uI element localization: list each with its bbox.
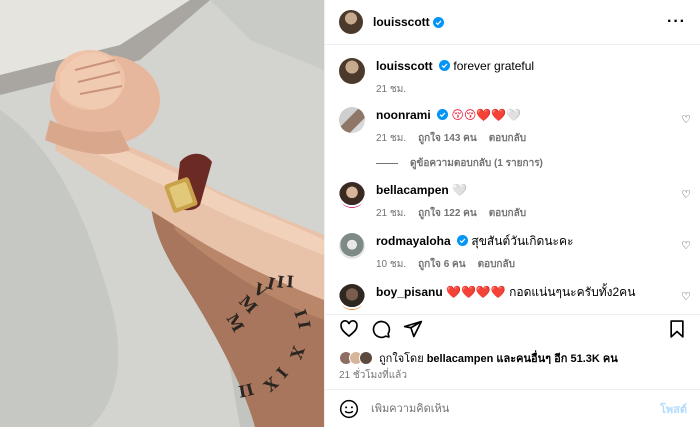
emoji-icon[interactable]: [339, 399, 359, 419]
author-avatar[interactable]: [339, 10, 363, 34]
post-timestamp[interactable]: 21 ชั่วโมงที่แล้ว: [339, 368, 407, 383]
comment-text: สุขสันต์วันเกิดนะคะ: [471, 234, 574, 248]
liked-by-user[interactable]: bellacampen: [427, 353, 494, 365]
comment-row: boy_pisanu ❤️❤️❤️❤️ กอดแน่นๆนะครับทั้ง2ค…: [325, 284, 700, 310]
share-paper-plane-icon[interactable]: [403, 319, 423, 339]
verified-badge-icon: [457, 235, 469, 246]
like-comment-icon[interactable]: ♡: [681, 113, 691, 126]
comment-likes[interactable]: ถูกใจ 122 คน: [418, 206, 477, 221]
post-comment-button[interactable]: โพสต์: [660, 400, 687, 418]
comment-username[interactable]: noonrami: [376, 108, 431, 122]
comment-row: bellacampen 🤍 21 ชม. ถูกใจ 122 คน ตอบกลั…: [325, 182, 700, 221]
comment-text: 😚😚❤️❤️🤍: [451, 108, 522, 122]
caption-time: 21 ชม.: [376, 84, 407, 95]
post-side-panel: louisscott ··· louisscott forever gratef…: [324, 0, 700, 427]
divider: [376, 163, 398, 164]
reply-button[interactable]: ตอบกลับ: [478, 257, 515, 272]
reply-button[interactable]: ตอบกลับ: [489, 131, 526, 146]
like-comment-icon[interactable]: ♡: [681, 188, 691, 201]
comment-likes[interactable]: ถูกใจ 6 คน: [418, 257, 466, 272]
post-photo[interactable]: M M V I I I I I X I X I I: [0, 0, 324, 427]
comment-row: noonrami 😚😚❤️❤️🤍 21 ชม. ถูกใจ 143 คน ตอบ…: [325, 107, 700, 146]
view-replies-label: ดูข้อความตอบกลับ (1 รายการ): [410, 158, 543, 169]
liked-by-prefix: ถูกใจโดย: [379, 353, 424, 365]
caption-row: louisscott forever grateful 21 ชม.: [325, 58, 700, 97]
verified-badge-icon: [432, 16, 444, 28]
comment-row: rodmayaloha สุขสันต์วันเกิดนะคะ 10 ชม. ถ…: [325, 233, 700, 272]
comments-list[interactable]: louisscott forever grateful 21 ชม. noonr…: [325, 45, 700, 315]
liker-avatar: [359, 351, 373, 365]
instagram-post: M M V I I I I I X I X I I louisscott ···: [0, 0, 700, 427]
caption-text: forever grateful: [453, 59, 535, 73]
like-comment-icon[interactable]: ♡: [681, 239, 691, 252]
view-replies-button[interactable]: ดูข้อความตอบกลับ (1 รายการ): [376, 156, 543, 171]
comment-likes[interactable]: ถูกใจ 143 คน: [418, 131, 477, 146]
comment-time: 21 ชม.: [376, 208, 407, 219]
comment-bubble-icon[interactable]: [371, 319, 391, 339]
post-header: louisscott ···: [325, 0, 700, 45]
comment-text: 🤍: [452, 183, 467, 197]
photo-illustration: M M V I I I I I X I X I I: [0, 0, 324, 427]
comment-text: ❤️❤️❤️❤️ กอดแน่นๆนะครับทั้ง2คน: [446, 285, 636, 299]
post-actions: [325, 314, 700, 342]
verified-badge-icon: [439, 60, 451, 71]
liked-by-summary[interactable]: ถูกใจโดย bellacampen และคนอื่นๆ อีก 51.3…: [339, 349, 618, 367]
liked-by-middle: และคนอื่นๆ อีก: [496, 353, 568, 365]
svg-text:I: I: [286, 272, 295, 291]
liked-by-count[interactable]: 51.3K คน: [570, 353, 617, 365]
comment-username[interactable]: bellacampen: [376, 183, 449, 197]
comment-composer: โพสต์: [325, 389, 700, 427]
like-heart-icon[interactable]: [339, 319, 359, 339]
comment-avatar[interactable]: [339, 107, 365, 133]
like-comment-icon[interactable]: ♡: [681, 290, 691, 303]
comment-avatar[interactable]: [339, 284, 365, 310]
comment-username[interactable]: boy_pisanu: [376, 285, 443, 299]
save-bookmark-icon[interactable]: [667, 319, 687, 339]
comment-input[interactable]: [371, 402, 660, 415]
caption-avatar[interactable]: [339, 58, 365, 84]
more-options-icon[interactable]: ···: [667, 13, 686, 31]
caption-username[interactable]: louisscott: [376, 59, 433, 73]
comment-time: 21 ชม.: [376, 133, 407, 144]
comment-avatar[interactable]: [339, 182, 365, 208]
comment-time: 10 ชม.: [376, 259, 407, 270]
author-username[interactable]: louisscott: [373, 15, 430, 29]
verified-badge-icon: [437, 109, 449, 120]
comment-avatar[interactable]: [339, 233, 365, 259]
comment-username[interactable]: rodmayaloha: [376, 234, 451, 248]
reply-button[interactable]: ตอบกลับ: [489, 206, 526, 221]
